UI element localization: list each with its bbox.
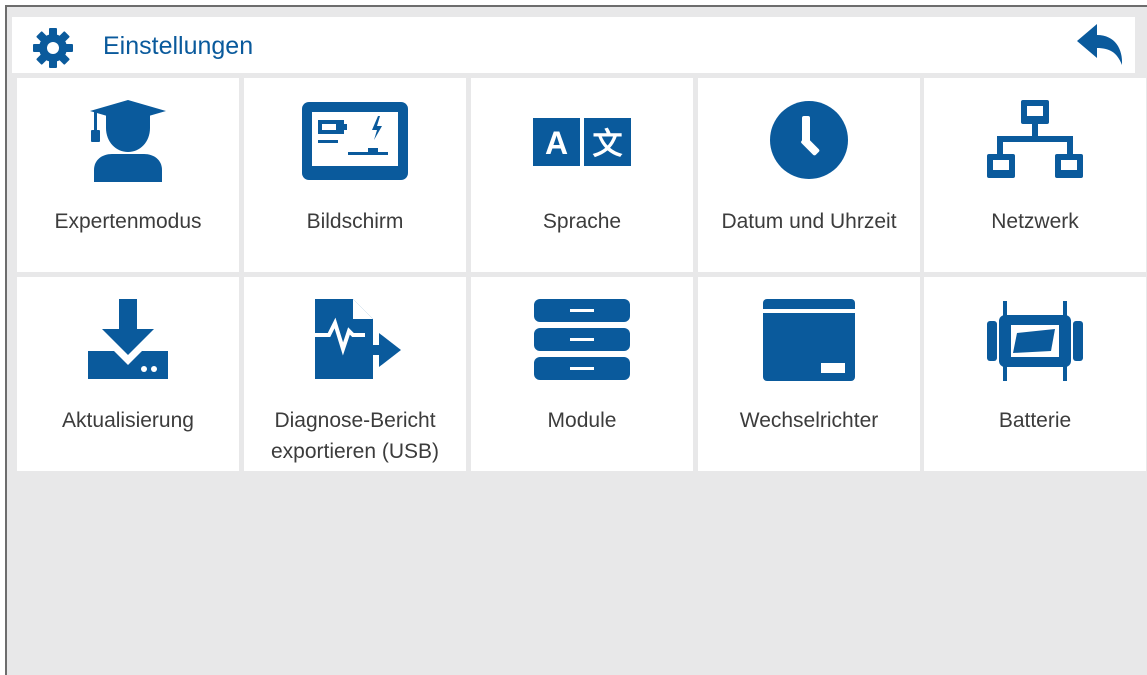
tile-netzwerk[interactable]: Netzwerk [924, 78, 1146, 272]
svg-text:文: 文 [593, 127, 623, 162]
back-arrow-icon[interactable] [1075, 21, 1127, 69]
tile-label: Aktualisierung [62, 409, 194, 432]
tile-label-line2: exportieren (USB) [270, 440, 440, 463]
tile-label: Module [547, 409, 617, 432]
tile-label: Expertenmodus [54, 210, 202, 233]
tile-label: Netzwerk [991, 210, 1079, 233]
page-title: Einstellungen [103, 32, 254, 60]
tile-datum-uhrzeit[interactable]: Datum und Uhrzeit [698, 78, 920, 272]
translate-icon: A 文 [533, 118, 631, 166]
gear-icon [33, 28, 73, 68]
display-icon [302, 102, 408, 180]
clock-icon [770, 101, 848, 179]
tile-diagnose-bericht[interactable]: Diagnose-Bericht exportieren (USB) [244, 277, 466, 471]
tile-aktualisierung[interactable]: Aktualisierung [17, 277, 239, 471]
download-icon [88, 299, 168, 379]
inverter-icon [763, 299, 855, 381]
tile-label: Bildschirm [306, 210, 404, 233]
diagnostic-export-icon [305, 299, 401, 379]
tile-label-line1: Diagnose-Bericht [274, 409, 436, 432]
page-header: Einstellungen [12, 17, 1135, 73]
tile-expertenmodus[interactable]: Expertenmodus [17, 78, 239, 272]
tile-label: Datum und Uhrzeit [721, 210, 897, 233]
tile-sprache[interactable]: A 文 Sprache [471, 78, 693, 272]
modules-icon [534, 299, 630, 380]
network-icon [987, 100, 1083, 178]
tile-bildschirm[interactable]: Bildschirm [244, 78, 466, 272]
battery-icon [987, 301, 1083, 381]
graduate-icon [90, 100, 166, 182]
tile-module[interactable]: Module [471, 277, 693, 471]
svg-text:A: A [545, 125, 568, 161]
tile-label: Diagnose-Bericht exportieren (USB) [244, 405, 466, 467]
tile-label: Wechselrichter [739, 409, 879, 432]
tile-label: Batterie [998, 409, 1072, 432]
tile-wechselrichter[interactable]: Wechselrichter [698, 277, 920, 471]
tile-batterie[interactable]: Batterie [924, 277, 1146, 471]
tile-label: Sprache [542, 210, 622, 233]
